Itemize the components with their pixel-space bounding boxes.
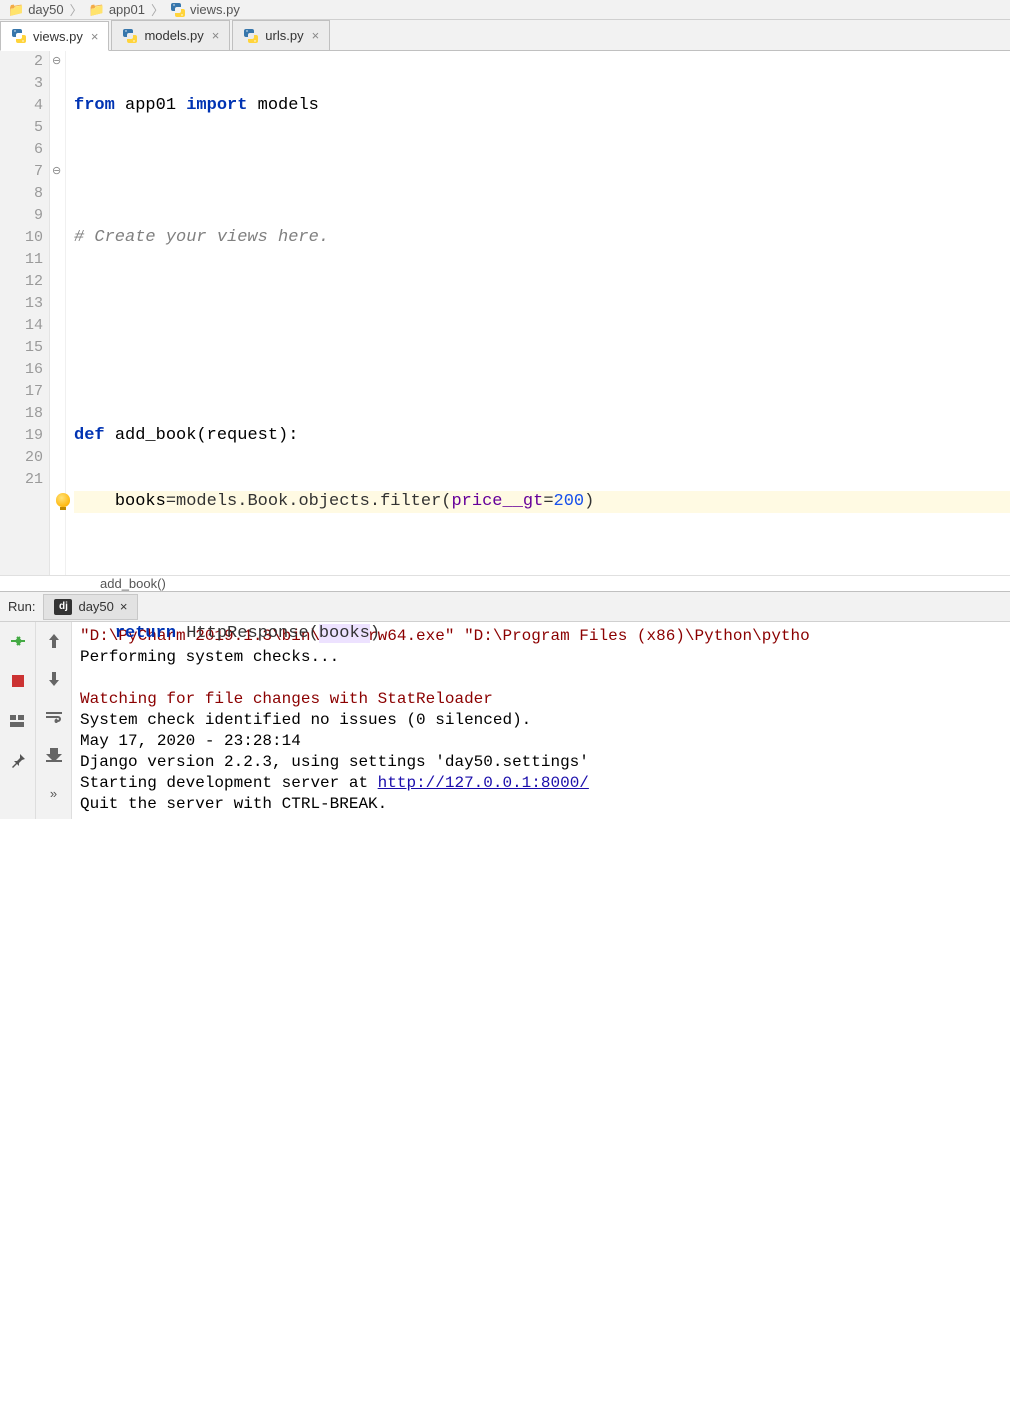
code-line xyxy=(74,1349,1010,1371)
close-icon[interactable]: × xyxy=(310,28,322,43)
tab-label: models.py xyxy=(144,28,203,43)
line-number: 21 xyxy=(0,469,43,491)
lightbulb-icon[interactable] xyxy=(56,493,70,507)
code-line xyxy=(74,1217,1010,1239)
code-line xyxy=(74,887,1010,909)
breadcrumb: 📁 day50 〉 📁 app01 〉 views.py xyxy=(0,0,1010,20)
code-line xyxy=(74,359,1010,381)
code-line xyxy=(74,557,1010,579)
run-toolbar-console: » xyxy=(36,622,72,819)
line-number: 10 xyxy=(0,227,43,249)
line-number: 3 xyxy=(0,73,43,95)
line-number: 19 xyxy=(0,425,43,447)
line-number: 9 xyxy=(0,205,43,227)
breadcrumb-separator: 〉 xyxy=(149,0,166,19)
breadcrumb-item[interactable]: views.py xyxy=(166,2,244,18)
tab-label: urls.py xyxy=(265,28,303,43)
breadcrumb-label: day50 xyxy=(28,2,63,17)
close-icon[interactable]: × xyxy=(210,28,222,43)
close-icon[interactable]: × xyxy=(89,29,101,44)
tab-views[interactable]: views.py × xyxy=(0,21,109,51)
line-number: 7 xyxy=(0,161,43,183)
rerun-button[interactable] xyxy=(6,630,30,652)
line-number: 11 xyxy=(0,249,43,271)
breadcrumb-label: views.py xyxy=(190,2,240,17)
line-number: 16 xyxy=(0,359,43,381)
fold-icon[interactable]: ⊖ xyxy=(52,161,61,183)
code-line xyxy=(74,1085,1010,1107)
line-number: 18 xyxy=(0,403,43,425)
line-number: 14 xyxy=(0,315,43,337)
soft-wrap-button[interactable] xyxy=(42,706,66,728)
code-line: return HttpResponse(books) xyxy=(74,623,1010,645)
pin-button[interactable] xyxy=(6,750,30,772)
python-file-icon xyxy=(11,28,27,44)
code-editor[interactable]: 2 3 4 5 6 7 8 9 10 11 12 13 14 15 16 17 … xyxy=(0,51,1010,575)
code-line xyxy=(74,953,1010,975)
gutter: 2 3 4 5 6 7 8 9 10 11 12 13 14 15 16 17 … xyxy=(0,51,50,575)
code-line xyxy=(74,821,1010,843)
line-number: 4 xyxy=(0,95,43,117)
line-number: 20 xyxy=(0,447,43,469)
stop-button[interactable] xyxy=(6,670,30,692)
breadcrumb-item[interactable]: 📁 app01 xyxy=(85,2,149,18)
run-label: Run: xyxy=(0,599,43,614)
layout-button[interactable] xyxy=(6,710,30,732)
code-line: # Create your views here. xyxy=(74,227,1010,249)
fold-icon[interactable]: ⊖ xyxy=(52,51,61,73)
breadcrumb-separator: 〉 xyxy=(68,0,85,19)
scroll-to-end-button[interactable] xyxy=(42,744,66,766)
line-number: 8 xyxy=(0,183,43,205)
line-number: 17 xyxy=(0,381,43,403)
code-line xyxy=(74,1019,1010,1041)
code-line xyxy=(74,755,1010,777)
code-line xyxy=(74,1283,1010,1305)
run-toolbar-left xyxy=(0,622,36,819)
code-line: def add_book(request): xyxy=(74,425,1010,447)
tab-label: views.py xyxy=(33,29,83,44)
breadcrumb-item[interactable]: 📁 day50 xyxy=(4,2,68,18)
python-file-icon xyxy=(122,28,138,44)
more-button[interactable]: » xyxy=(42,782,66,804)
editor-tabbar: views.py × models.py × urls.py × xyxy=(0,20,1010,51)
folder-icon: 📁 xyxy=(8,2,24,18)
django-icon: dj xyxy=(54,599,72,615)
code-line: from app01 import models xyxy=(74,95,1010,117)
code-line xyxy=(74,689,1010,711)
line-number: 12 xyxy=(0,271,43,293)
code-area[interactable]: from app01 import models # Create your v… xyxy=(66,51,1010,575)
code-line xyxy=(74,293,1010,315)
line-number: 6 xyxy=(0,139,43,161)
line-number: 15 xyxy=(0,337,43,359)
code-line xyxy=(74,1151,1010,1173)
breadcrumb-label: app01 xyxy=(109,2,145,17)
line-number: 2 xyxy=(0,51,43,73)
scroll-down-button[interactable] xyxy=(42,668,66,690)
line-number: 5 xyxy=(0,117,43,139)
line-number: 13 xyxy=(0,293,43,315)
python-file-icon xyxy=(170,2,186,18)
folder-icon: 📁 xyxy=(89,2,105,18)
tab-urls[interactable]: urls.py × xyxy=(232,20,330,50)
python-file-icon xyxy=(243,28,259,44)
tab-models[interactable]: models.py × xyxy=(111,20,230,50)
code-line xyxy=(74,161,1010,183)
code-line-current: books=models.Book.objects.filter(price__… xyxy=(74,491,1010,513)
scroll-up-button[interactable] xyxy=(42,630,66,652)
